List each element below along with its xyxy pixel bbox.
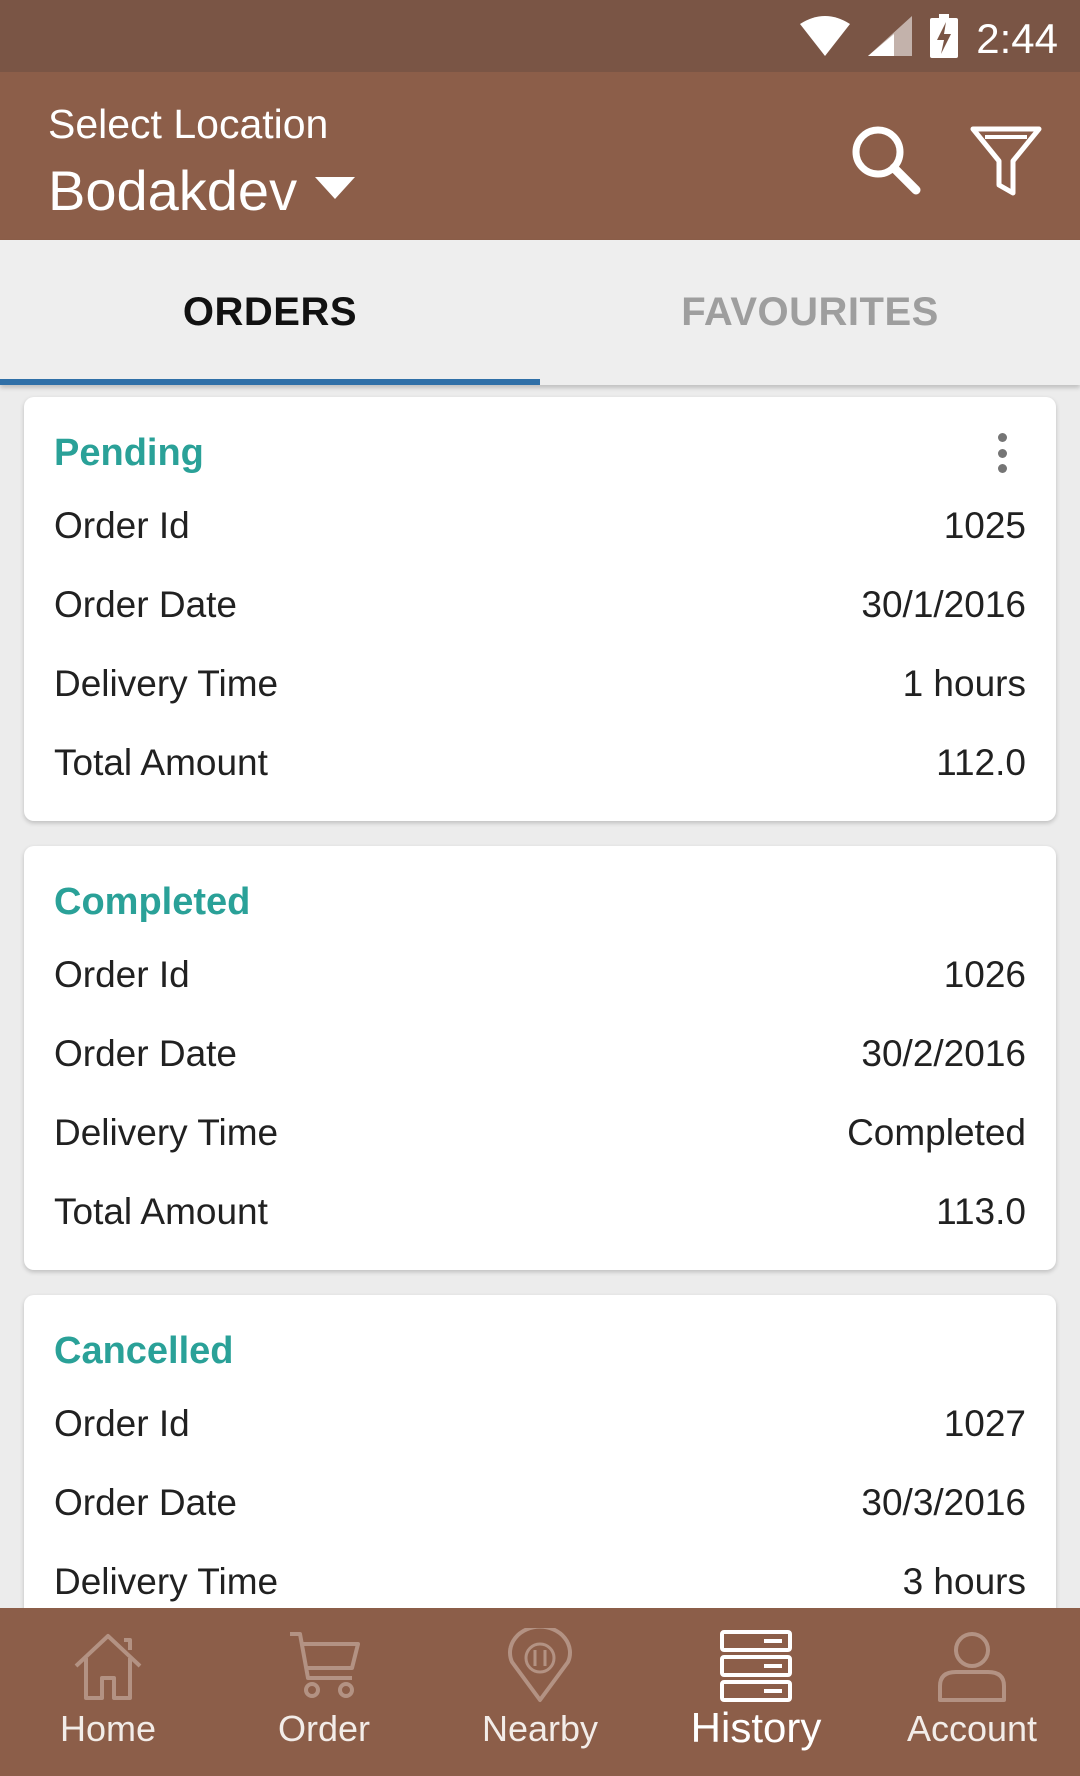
- order-row: Delivery Time Completed: [54, 1108, 1026, 1158]
- nav-order[interactable]: Order: [216, 1608, 432, 1776]
- dropdown-arrow-icon: [315, 176, 356, 206]
- order-card[interactable]: Completed Order Id 1026 Order Date 30/2/…: [24, 846, 1056, 1270]
- order-field-value: 112.0: [936, 742, 1026, 783]
- search-button[interactable]: [846, 122, 926, 202]
- tab-bar: ORDERS FAVOURITES: [0, 240, 1080, 385]
- order-field-label: Order Id: [54, 505, 190, 546]
- wifi-icon: [800, 16, 851, 61]
- order-field-label: Order Date: [54, 1482, 238, 1523]
- order-card[interactable]: Pending Order Id 1025 Order Date 30/1/20…: [24, 397, 1056, 821]
- bottom-navigation: Home Order Nearby History Account: [0, 1608, 1080, 1776]
- filter-icon: [969, 123, 1043, 202]
- order-row: Delivery Time 1 hours: [54, 659, 1026, 709]
- status-time: 2:44: [976, 14, 1058, 62]
- home-icon: [70, 1628, 146, 1704]
- battery-charging-icon: [930, 14, 959, 63]
- order-field-value: 30/2/2016: [861, 1033, 1026, 1074]
- order-card[interactable]: Cancelled Order Id 1027 Order Date 30/3/…: [24, 1295, 1056, 1608]
- order-field-label: Total Amount: [54, 742, 268, 783]
- order-field-value: 1025: [943, 505, 1026, 546]
- nav-account-label: Account: [906, 1708, 1038, 1749]
- nav-nearby-label: Nearby: [481, 1708, 599, 1749]
- order-field-value: 1 hours: [902, 663, 1026, 704]
- cart-icon: [286, 1628, 362, 1704]
- order-row: Total Amount 113.0: [54, 1187, 1026, 1237]
- order-field-value: 30/3/2016: [861, 1482, 1026, 1523]
- orders-list[interactable]: Pending Order Id 1025 Order Date 30/1/20…: [0, 385, 1080, 1608]
- app-bar: Select Location Bodakdev: [0, 72, 1080, 240]
- history-icon: [718, 1628, 794, 1704]
- order-field-value: 30/1/2016: [861, 584, 1026, 625]
- nav-history[interactable]: History: [648, 1608, 864, 1776]
- order-field-label: Total Amount: [54, 1191, 268, 1232]
- order-row: Order Date 30/3/2016: [54, 1478, 1026, 1528]
- order-field-label: Delivery Time: [54, 663, 279, 704]
- location-value: Bodakdev: [48, 159, 298, 222]
- location-label: Select Location: [48, 101, 329, 147]
- order-field-label: Delivery Time: [54, 1112, 279, 1153]
- order-field-value: Completed: [847, 1112, 1026, 1153]
- account-icon: [934, 1628, 1010, 1704]
- order-status: Completed: [54, 881, 251, 923]
- order-field-label: Delivery Time: [54, 1561, 279, 1602]
- order-field-value: 3 hours: [902, 1561, 1026, 1602]
- order-row: Order Date 30/2/2016: [54, 1029, 1026, 1079]
- order-row: Delivery Time 3 hours: [54, 1557, 1026, 1607]
- nav-history-label: History: [690, 1704, 822, 1751]
- order-field-value: 1027: [943, 1403, 1026, 1444]
- order-field-label: Order Date: [54, 1033, 238, 1074]
- order-status: Cancelled: [54, 1330, 234, 1372]
- order-field-value: 1026: [943, 954, 1026, 995]
- status-bar: 2:44: [0, 0, 1080, 72]
- nav-account[interactable]: Account: [864, 1608, 1080, 1776]
- nav-nearby[interactable]: Nearby: [432, 1608, 648, 1776]
- nav-home-label: Home: [59, 1708, 157, 1749]
- order-row: Order Id 1026: [54, 950, 1026, 1000]
- order-field-label: Order Date: [54, 584, 238, 625]
- order-field-label: Order Id: [54, 954, 190, 995]
- order-row: Order Date 30/1/2016: [54, 580, 1026, 630]
- filter-button[interactable]: [966, 122, 1046, 202]
- location-selector[interactable]: Bodakdev: [48, 158, 356, 224]
- order-row: Total Amount 112.0: [54, 738, 1026, 788]
- nav-order-label: Order: [277, 1708, 371, 1749]
- order-field-value: 113.0: [936, 1191, 1026, 1232]
- nav-home[interactable]: Home: [0, 1608, 216, 1776]
- overflow-menu-icon[interactable]: [992, 433, 1012, 473]
- cell-signal-icon: [868, 16, 913, 61]
- nearby-pin-icon: [502, 1628, 578, 1704]
- order-status: Pending: [54, 432, 204, 474]
- search-icon: [850, 124, 922, 201]
- order-field-label: Order Id: [54, 1403, 190, 1444]
- status-icons: 2:44: [800, 14, 1058, 63]
- order-row: Order Id 1025: [54, 501, 1026, 551]
- tab-favourites[interactable]: FAVOURITES: [540, 240, 1080, 385]
- tab-orders[interactable]: ORDERS: [0, 240, 540, 385]
- order-row: Order Id 1027: [54, 1399, 1026, 1449]
